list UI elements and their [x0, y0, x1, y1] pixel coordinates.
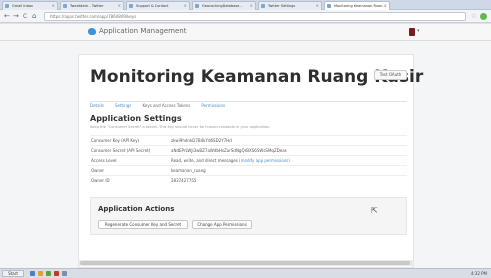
actions-heading: Application Actions — [98, 205, 175, 213]
close-tab-icon[interactable]: × — [118, 2, 121, 10]
app-icon[interactable] — [62, 271, 67, 276]
folder-icon[interactable] — [38, 271, 43, 276]
browser-tab[interactable]: Support & Contact × — [126, 1, 190, 10]
browser-tab-strip: Gmail Inbox × Tweetdeck - Twitter × Suppor… — [0, 0, 491, 10]
tab-favicon-icon — [195, 4, 199, 8]
tab-details[interactable]: Details — [90, 103, 104, 108]
regenerate-keys-button[interactable]: Regenerate Consumer Key and Secret — [98, 220, 188, 229]
home-icon[interactable]: ⌂ — [32, 12, 36, 21]
start-button[interactable]: Start — [2, 270, 24, 277]
close-tab-icon[interactable]: × — [184, 2, 187, 10]
tab-divider — [90, 101, 407, 102]
settings-value: Read, write, and direct messages (modify… — [171, 158, 290, 164]
tab-favicon-icon — [5, 4, 9, 8]
chrome-icon[interactable] — [46, 271, 51, 276]
mouse-cursor-icon: ⇱ — [371, 206, 378, 215]
page-viewport: Application Management ▾ Monitoring Keam… — [0, 24, 491, 268]
settings-value: zkwi9hdnkD7B4kYd6SD2Y7Hd — [171, 138, 232, 143]
close-tab-icon[interactable]: × — [250, 2, 253, 10]
user-avatar[interactable] — [409, 28, 415, 36]
settings-key: Access Level — [91, 158, 117, 163]
browser-toolbar: ← → C ⌂ https://apps.twitter.com/app/786… — [0, 10, 491, 23]
reload-icon[interactable]: C — [23, 12, 27, 21]
chevron-down-icon[interactable]: ▾ — [417, 28, 420, 34]
tab-keys-and-access-tokens[interactable]: Keys and Access Tokens — [142, 103, 190, 108]
twitter-app-header: Application Management ▾ — [0, 24, 491, 41]
settings-row: Owner ID 2837427755 — [90, 175, 407, 185]
settings-row: Consumer Secret (API Secret) aNdEPrLWJi3… — [90, 145, 407, 155]
settings-table: Consumer Key (API Key) zkwi9hdnkD7B4kYd6… — [90, 135, 407, 185]
settings-value: keamanan_ruang — [171, 168, 206, 173]
tab-favicon-icon — [63, 4, 67, 8]
tab-favicon-icon — [129, 4, 133, 8]
forward-icon[interactable]: → — [13, 12, 19, 21]
tab-settings[interactable]: Settings — [115, 103, 131, 108]
settings-row: Owner keamanan_ruang — [90, 165, 407, 175]
close-tab-icon[interactable]: × — [316, 2, 319, 10]
test-oauth-button[interactable]: Test OAuth — [374, 70, 407, 80]
tab-favicon-icon — [261, 4, 265, 8]
browser-tab-active[interactable]: Monitoring Keamanan Ruan... × — [324, 1, 390, 10]
tab-permissions[interactable]: Permissions — [201, 103, 225, 108]
horizontal-scrollbar[interactable] — [78, 260, 414, 266]
settings-heading: Application Settings — [90, 114, 182, 123]
settings-row: Access Level Read, write, and direct mes… — [90, 155, 407, 165]
system-clock[interactable]: 4:32 PM — [471, 270, 487, 277]
close-tab-icon[interactable]: × — [52, 2, 55, 10]
settings-description: Keep the "Consumer Secret" a secret. Thi… — [90, 125, 271, 129]
settings-value: aNdEPrLWJi3wBZ7aWdbHsZarSdNgQrBXS6SWsSMq… — [171, 148, 287, 153]
settings-key: Consumer Key (API Key) — [91, 138, 140, 143]
change-permissions-button[interactable]: Change App Permissions — [192, 220, 252, 229]
close-tab-icon[interactable]: × — [384, 2, 387, 10]
media-icon[interactable] — [54, 271, 59, 276]
browser-tab[interactable]: Gmail Inbox × — [2, 1, 58, 10]
application-actions-panel: Application Actions Regenerate Consumer … — [90, 197, 407, 235]
settings-value: 2837427755 — [171, 178, 197, 183]
app-management-title[interactable]: Application Management — [99, 27, 186, 36]
settings-row: Consumer Key (API Key) zkwi9hdnkD7B4kYd6… — [90, 135, 407, 145]
scrollbar-thumb[interactable] — [80, 261, 410, 265]
browser-tab[interactable]: Tweetdeck - Twitter × — [60, 1, 124, 10]
access-level-value: Read, write, and direct messages — [171, 158, 238, 163]
back-icon[interactable]: ← — [4, 12, 10, 21]
modify-permissions-link[interactable]: (modify app permissions) — [239, 158, 290, 163]
settings-key: Consumer Secret (API Secret) — [91, 148, 151, 153]
twitter-bird-icon[interactable] — [88, 28, 96, 35]
settings-key: Owner — [91, 168, 105, 173]
address-bar[interactable]: https://apps.twitter.com/app/7860809/key… — [44, 12, 466, 21]
bookmark-star-icon[interactable]: ☆ — [471, 12, 477, 21]
os-taskbar: Start 4:32 PM — [0, 268, 491, 278]
settings-key: Owner ID — [91, 178, 110, 183]
browser-tab[interactable]: Twitter Settings × — [258, 1, 322, 10]
explorer-icon[interactable] — [30, 271, 35, 276]
browser-tab[interactable]: GeocachingDatabase... × — [192, 1, 256, 10]
browser-menu-icon[interactable] — [480, 13, 487, 20]
tab-favicon-icon — [327, 4, 331, 8]
app-card: Monitoring Keamanan Ruang Kasir Test OAu… — [78, 54, 423, 268]
